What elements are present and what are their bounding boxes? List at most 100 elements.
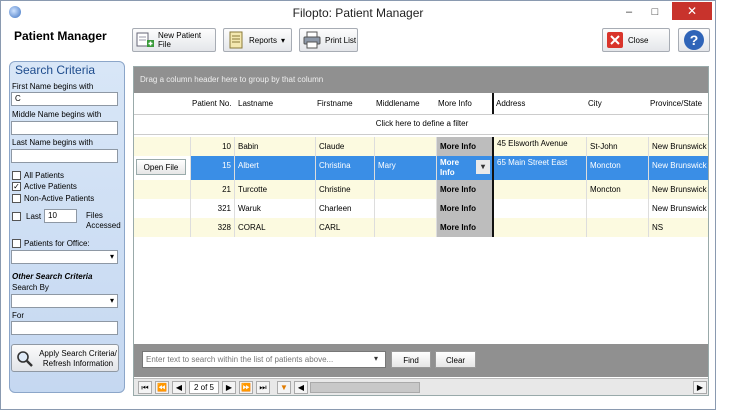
chevron-down-icon[interactable]: ▾ [476,160,490,174]
cell-lastname: CORAL [234,218,315,237]
maximize-icon[interactable]: □ [647,5,663,19]
cell-patient-no: 21 [190,180,234,199]
pager-bar: ⏮ ⏪ ◀ 2 of 5 ▶ ⏩ ⏭ ▼ ◀ ▶ [134,378,708,395]
open-file-button[interactable]: Open File [136,159,186,175]
middle-name-label: Middle Name begins with [12,110,102,119]
all-patients-checkbox[interactable] [12,171,21,180]
last-page-icon[interactable]: ⏭ [256,381,270,394]
cell-firstname: Claude [315,137,374,156]
more-info-label: More Info [440,158,460,177]
more-info-button[interactable]: More Info ▾ [436,156,492,180]
grid-blank-area [492,237,494,344]
horizontal-scrollbar-thumb[interactable] [310,382,420,393]
table-row-selected[interactable]: Open File 15 Albert Christina Mary More … [134,156,708,180]
table-row[interactable]: 321 Waruk Charleen More Info New Brunswi… [134,199,708,218]
filter-row[interactable]: Click here to define a filter [134,114,708,135]
close-icon [607,32,623,48]
last-name-input[interactable] [11,149,118,163]
active-patients-checkbox[interactable]: ✓ [12,182,21,191]
scroll-right-icon[interactable]: ▶ [693,381,707,394]
more-info-button[interactable]: More Info [436,180,492,199]
group-by-hint: Drag a column header here to group by th… [140,75,324,84]
new-patient-file-label: New Patient File [158,31,202,49]
for-input[interactable] [11,321,118,335]
cell-city: Moncton [586,156,648,180]
new-patient-file-button[interactable]: New Patient File [132,28,216,52]
column-divider[interactable] [492,93,494,114]
table-row[interactable]: 10 Babin Claude More Info 45 Elsworth Av… [134,137,708,156]
column-header-province[interactable]: Province/State [650,99,702,108]
cell-middlename [374,137,436,156]
non-active-patients-checkbox[interactable] [12,194,21,203]
apply-search-label: Apply Search Criteria/ Refresh Informati… [39,349,117,368]
apply-search-button[interactable]: Apply Search Criteria/ Refresh Informati… [11,344,119,372]
cell-address: 45 Elsworth Avenue [492,137,586,156]
cell-firstname: Christine [315,180,374,199]
last-count-stepper[interactable]: 10 [44,209,77,223]
next-group-icon[interactable]: ⏩ [239,381,253,394]
grid-search-input[interactable] [142,351,386,368]
cell-city: St-John [586,137,648,156]
files-accessed-label: Files Accessed [86,211,121,230]
table-row[interactable]: 328 CORAL CARL More Info NS [134,218,708,237]
report-icon [229,31,243,49]
title-bar: Filopto: Patient Manager – □ ✕ [1,1,715,25]
cell-middlename [374,218,436,237]
column-header-firstname[interactable]: Firstname [317,99,353,108]
all-patients-label: All Patients [24,171,65,180]
close-button[interactable]: Close [602,28,670,52]
column-header-lastname[interactable]: Lastname [238,99,273,108]
chevron-down-icon: ▾ [109,252,114,261]
chevron-down-icon[interactable]: ▾ [374,354,378,363]
more-info-button[interactable]: More Info [436,137,492,156]
print-list-button[interactable]: Print List [299,28,358,52]
cell-city: Moncton [586,180,648,199]
group-by-bar[interactable]: Drag a column header here to group by th… [134,67,708,93]
next-page-icon[interactable]: ▶ [222,381,236,394]
cell-province: New Brunswick [648,180,708,199]
column-header-more-info[interactable]: More Info [438,99,472,108]
scroll-left-icon[interactable]: ◀ [294,381,308,394]
help-button[interactable]: ? [678,28,710,52]
more-info-button[interactable]: More Info [436,199,492,218]
patients-for-office-checkbox[interactable] [12,239,21,248]
last-files-checkbox[interactable] [12,212,21,221]
page-indicator[interactable]: 2 of 5 [189,381,219,394]
more-info-button[interactable]: More Info [436,218,492,237]
row-action-cell: Open File [134,156,190,180]
app-window: Filopto: Patient Manager – □ ✕ Patient M… [0,0,716,410]
svg-text:?: ? [690,32,699,48]
patients-for-office-label: Patients for Office: [24,239,90,248]
column-header-patient-no[interactable]: Patient No. [192,99,232,108]
window-close-button[interactable]: ✕ [672,2,712,20]
column-header-address[interactable]: Address [496,99,525,108]
help-icon: ? [684,30,704,50]
cell-address [492,199,586,218]
cell-province: New Brunswick [648,199,708,218]
new-file-icon [136,32,154,47]
filter-icon[interactable]: ▼ [277,381,291,394]
cell-province: New Brunswick [648,156,708,180]
first-name-input[interactable]: C [11,92,118,106]
cell-province: New Brunswick [648,137,708,156]
prev-page-icon[interactable]: ◀ [172,381,186,394]
middle-name-input[interactable] [11,121,118,135]
column-header-middlename[interactable]: Middlename [376,99,420,108]
prev-group-icon[interactable]: ⏪ [155,381,169,394]
clear-button[interactable]: Clear [435,351,476,368]
cell-lastname: Turcotte [234,180,315,199]
find-button[interactable]: Find [391,351,431,368]
first-page-icon[interactable]: ⏮ [138,381,152,394]
print-list-label: Print List [325,35,357,45]
office-select[interactable]: ▾ [11,250,118,264]
first-name-label: First Name begins with [12,82,94,91]
chevron-down-icon: ▾ [281,35,286,45]
cell-address: 65 Main Street East [492,156,586,180]
column-header-city[interactable]: City [588,99,602,108]
page-title: Patient Manager [14,29,107,43]
minimize-icon[interactable]: – [621,5,637,19]
cell-address [492,180,586,199]
search-by-select[interactable]: ▾ [11,294,118,308]
reports-dropdown-button[interactable]: Reports ▾ [223,28,292,52]
table-row[interactable]: 21 Turcotte Christine More Info Moncton … [134,180,708,199]
